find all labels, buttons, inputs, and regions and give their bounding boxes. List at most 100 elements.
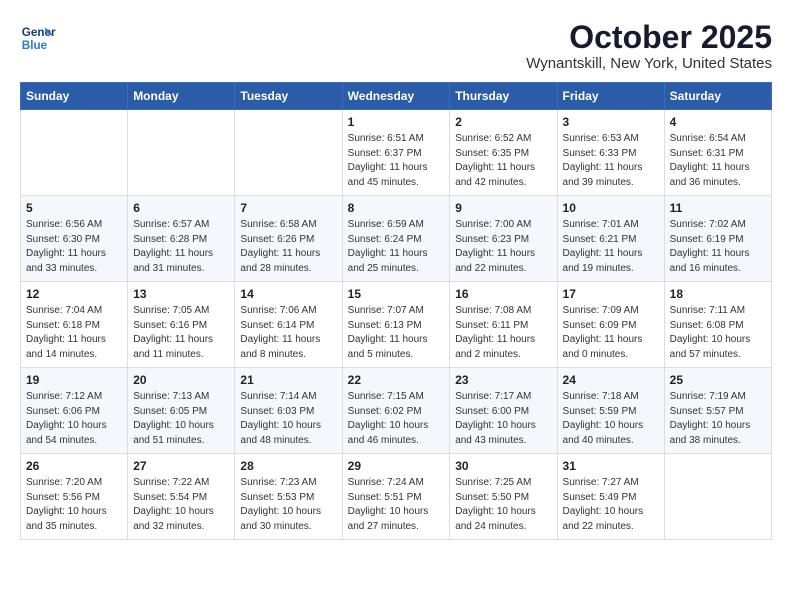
calendar-cell <box>664 454 771 540</box>
day-number: 27 <box>133 459 229 473</box>
day-info: Sunrise: 7:25 AM Sunset: 5:50 PM Dayligh… <box>455 476 551 534</box>
day-info: Sunrise: 7:15 AM Sunset: 6:02 PM Dayligh… <box>348 390 445 448</box>
svg-text:Blue: Blue <box>22 39 48 52</box>
calendar-cell: 29 Sunrise: 7:24 AM Sunset: 5:51 PM Dayli… <box>342 454 450 540</box>
calendar-cell: 14Sunrise: 7:06 AM Sunset: 6:14 PM Dayli… <box>235 282 342 368</box>
calendar-cell: 12 Sunrise: 7:04 AM Sunset: 6:18 PM Dayli… <box>21 282 128 368</box>
calendar-cell: 7 Sunrise: 6:58 AM Sunset: 6:26 PM Daylig… <box>235 196 342 282</box>
day-info: Sunrise: 7:01 AM Sunset: 6:21 PM Dayligh… <box>563 218 659 276</box>
day-info: Sunrise: 7:23 AM Sunset: 5:53 PM Dayligh… <box>240 476 336 534</box>
day-number: 7 <box>240 201 336 215</box>
day-info: Sunrise: 6:53 AM Sunset: 6:33 PM Dayligh… <box>563 132 659 190</box>
day-number: 9 <box>455 201 551 215</box>
day-info: Sunrise: 7:13 AM Sunset: 6:05 PM Dayligh… <box>133 390 229 448</box>
calendar-cell: 25 Sunrise: 7:19 AM Sunset: 5:57 PM Dayli… <box>664 368 771 454</box>
day-number: 18 <box>670 287 766 301</box>
day-info: Sunrise: 7:24 AM Sunset: 5:51 PM Dayligh… <box>348 476 445 534</box>
day-info: Sunrise: 7:17 AM Sunset: 6:00 PM Dayligh… <box>455 390 551 448</box>
calendar-cell: 31Sunrise: 7:27 AM Sunset: 5:49 PM Dayli… <box>557 454 664 540</box>
calendar-cell: 28 Sunrise: 7:23 AM Sunset: 5:53 PM Dayli… <box>235 454 342 540</box>
calendar-cell: 19Sunrise: 7:12 AM Sunset: 6:06 PM Dayli… <box>21 368 128 454</box>
calendar-cell: 9 Sunrise: 7:00 AM Sunset: 6:23 PM Daylig… <box>450 196 557 282</box>
day-info: Sunrise: 7:12 AM Sunset: 6:06 PM Dayligh… <box>26 390 122 448</box>
calendar-cell: 3 Sunrise: 6:53 AM Sunset: 6:33 PM Daylig… <box>557 110 664 196</box>
day-number: 12 <box>26 287 122 301</box>
day-number: 20 <box>133 373 229 387</box>
day-number: 14 <box>240 287 336 301</box>
logo-icon: General Blue <box>20 20 56 56</box>
calendar-cell: 1 Sunrise: 6:51 AM Sunset: 6:37 PM Daylig… <box>342 110 450 196</box>
calendar-cell: 6 Sunrise: 6:57 AM Sunset: 6:28 PM Daylig… <box>128 196 235 282</box>
day-number: 4 <box>670 115 766 129</box>
calendar-cell: 2 Sunrise: 6:52 AM Sunset: 6:35 PM Daylig… <box>450 110 557 196</box>
day-info: Sunrise: 7:07 AM Sunset: 6:13 PM Dayligh… <box>348 304 445 362</box>
day-number: 17 <box>563 287 659 301</box>
title-block: October 2025 Wynantskill, New York, Unit… <box>526 20 772 72</box>
day-info: Sunrise: 6:52 AM Sunset: 6:35 PM Dayligh… <box>455 132 551 190</box>
day-info: Sunrise: 7:27 AM Sunset: 5:49 PM Dayligh… <box>563 476 659 534</box>
calendar-cell: 10 Sunrise: 7:01 AM Sunset: 6:21 PM Dayli… <box>557 196 664 282</box>
day-number: 23 <box>455 373 551 387</box>
day-number: 16 <box>455 287 551 301</box>
day-info: Sunrise: 7:02 AM Sunset: 6:19 PM Dayligh… <box>670 218 766 276</box>
day-of-week-header: Monday <box>128 83 235 110</box>
day-info: Sunrise: 7:04 AM Sunset: 6:18 PM Dayligh… <box>26 304 122 362</box>
calendar-cell: 15 Sunrise: 7:07 AM Sunset: 6:13 PM Dayli… <box>342 282 450 368</box>
day-number: 30 <box>455 459 551 473</box>
day-number: 2 <box>455 115 551 129</box>
day-of-week-header: Sunday <box>21 83 128 110</box>
location: Wynantskill, New York, United States <box>526 55 772 72</box>
day-info: Sunrise: 7:22 AM Sunset: 5:54 PM Dayligh… <box>133 476 229 534</box>
calendar-cell: 5 Sunrise: 6:56 AM Sunset: 6:30 PM Daylig… <box>21 196 128 282</box>
day-of-week-header: Thursday <box>450 83 557 110</box>
day-info: Sunrise: 6:58 AM Sunset: 6:26 PM Dayligh… <box>240 218 336 276</box>
day-info: Sunrise: 6:51 AM Sunset: 6:37 PM Dayligh… <box>348 132 445 190</box>
day-info: Sunrise: 7:20 AM Sunset: 5:56 PM Dayligh… <box>26 476 122 534</box>
day-info: Sunrise: 7:19 AM Sunset: 5:57 PM Dayligh… <box>670 390 766 448</box>
day-info: Sunrise: 7:08 AM Sunset: 6:11 PM Dayligh… <box>455 304 551 362</box>
calendar-header-row: SundayMondayTuesdayWednesdayThursdayFrid… <box>21 83 772 110</box>
day-info: Sunrise: 6:59 AM Sunset: 6:24 PM Dayligh… <box>348 218 445 276</box>
day-of-week-header: Tuesday <box>235 83 342 110</box>
day-number: 8 <box>348 201 445 215</box>
calendar-cell: 30 Sunrise: 7:25 AM Sunset: 5:50 PM Dayli… <box>450 454 557 540</box>
calendar-cell: 24Sunrise: 7:18 AM Sunset: 5:59 PM Dayli… <box>557 368 664 454</box>
day-number: 10 <box>563 201 659 215</box>
day-number: 5 <box>26 201 122 215</box>
page-header: General Blue October 2025 Wynantskill, N… <box>20 20 772 72</box>
day-of-week-header: Friday <box>557 83 664 110</box>
calendar-cell: 22Sunrise: 7:15 AM Sunset: 6:02 PM Dayli… <box>342 368 450 454</box>
calendar-cell: 4Sunrise: 6:54 AM Sunset: 6:31 PM Daylig… <box>664 110 771 196</box>
day-number: 6 <box>133 201 229 215</box>
calendar-week-row: 26Sunrise: 7:20 AM Sunset: 5:56 PM Dayli… <box>21 454 772 540</box>
day-info: Sunrise: 7:18 AM Sunset: 5:59 PM Dayligh… <box>563 390 659 448</box>
day-number: 28 <box>240 459 336 473</box>
calendar-cell: 17Sunrise: 7:09 AM Sunset: 6:09 PM Dayli… <box>557 282 664 368</box>
calendar-week-row: 12 Sunrise: 7:04 AM Sunset: 6:18 PM Dayli… <box>21 282 772 368</box>
day-info: Sunrise: 6:56 AM Sunset: 6:30 PM Dayligh… <box>26 218 122 276</box>
day-number: 11 <box>670 201 766 215</box>
day-number: 15 <box>348 287 445 301</box>
day-info: Sunrise: 7:00 AM Sunset: 6:23 PM Dayligh… <box>455 218 551 276</box>
day-info: Sunrise: 7:05 AM Sunset: 6:16 PM Dayligh… <box>133 304 229 362</box>
calendar-cell <box>21 110 128 196</box>
calendar-week-row: 1 Sunrise: 6:51 AM Sunset: 6:37 PM Daylig… <box>21 110 772 196</box>
calendar-cell: 20 Sunrise: 7:13 AM Sunset: 6:05 PM Dayli… <box>128 368 235 454</box>
calendar-cell: 13 Sunrise: 7:05 AM Sunset: 6:16 PM Dayli… <box>128 282 235 368</box>
calendar-cell: 11 Sunrise: 7:02 AM Sunset: 6:19 PM Dayli… <box>664 196 771 282</box>
calendar-cell: 8 Sunrise: 6:59 AM Sunset: 6:24 PM Daylig… <box>342 196 450 282</box>
day-number: 13 <box>133 287 229 301</box>
day-number: 29 <box>348 459 445 473</box>
day-number: 25 <box>670 373 766 387</box>
day-info: Sunrise: 6:57 AM Sunset: 6:28 PM Dayligh… <box>133 218 229 276</box>
day-info: Sunrise: 7:11 AM Sunset: 6:08 PM Dayligh… <box>670 304 766 362</box>
month-title: October 2025 <box>526 20 772 55</box>
day-of-week-header: Saturday <box>664 83 771 110</box>
svg-text:General: General <box>22 26 56 39</box>
calendar-week-row: 19Sunrise: 7:12 AM Sunset: 6:06 PM Dayli… <box>21 368 772 454</box>
day-number: 3 <box>563 115 659 129</box>
calendar-cell <box>128 110 235 196</box>
calendar-cell: 16 Sunrise: 7:08 AM Sunset: 6:11 PM Dayli… <box>450 282 557 368</box>
day-number: 1 <box>348 115 445 129</box>
calendar-table: SundayMondayTuesdayWednesdayThursdayFrid… <box>20 82 772 540</box>
